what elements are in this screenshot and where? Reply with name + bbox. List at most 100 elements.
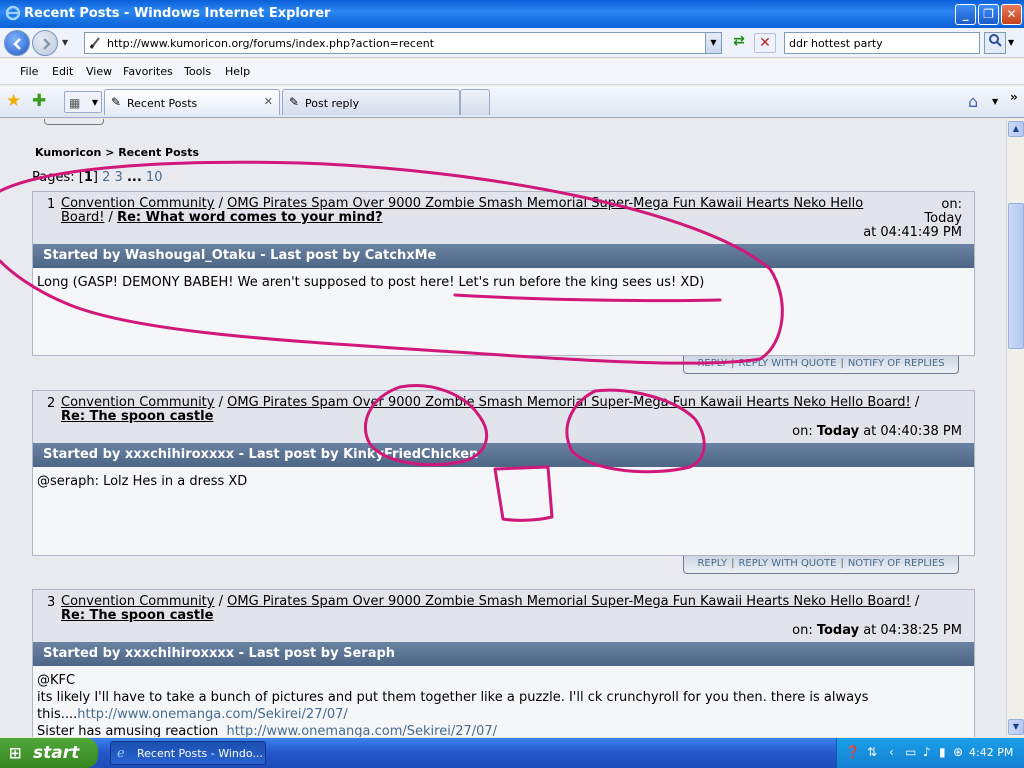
menu-help[interactable]: Help	[225, 65, 250, 78]
network-icon[interactable]: ⇅	[867, 745, 877, 759]
post-started-by: Started by Washougal_Otaku - Last post b…	[33, 244, 974, 268]
ie-icon	[5, 5, 21, 21]
tab-bar: ★ ✚ ▦ ▼ ✎ Recent Posts ✕ ✎ Post reply ⌂ …	[0, 86, 1024, 118]
board-link[interactable]: OMG Pirates Spam Over 9000 Zombie Smash …	[227, 395, 911, 410]
menu-tools[interactable]: Tools	[184, 65, 211, 78]
notify-of-replies-button[interactable]: NOTIFY OF REPLIES	[848, 358, 945, 369]
taskbar-item-ie[interactable]: ℯ Recent Posts - Windo...	[110, 741, 266, 765]
post-text: this....	[37, 707, 78, 722]
battery-icon[interactable]: ▮	[939, 745, 946, 759]
post-on-label: on:	[792, 424, 813, 439]
maximize-button[interactable]: ❐	[978, 4, 999, 25]
post-on-label: on:	[792, 623, 813, 638]
more-tools-icon[interactable]: »	[1010, 90, 1018, 104]
search-button[interactable]	[984, 32, 1006, 54]
page-current: 1	[83, 170, 93, 185]
system-tray: ❓ ⇅ ‹ ▭ ♪ ▮ ⊕ 4:42 PM	[836, 738, 1024, 768]
arrow-right-icon	[43, 38, 51, 50]
taskbar-item-label: Recent Posts - Windo...	[137, 747, 263, 760]
separator: |	[840, 358, 844, 369]
address-dropdown-icon[interactable]: ▼	[705, 33, 721, 53]
previous-element-edge	[44, 119, 104, 125]
category-link[interactable]: Convention Community	[61, 594, 214, 609]
category-link[interactable]: Convention Community	[61, 196, 214, 211]
globe-icon[interactable]: ⊕	[953, 745, 963, 759]
close-button[interactable]: ✕	[1001, 4, 1022, 25]
separator: |	[731, 358, 735, 369]
board-link[interactable]: OMG Pirates Spam Over 9000 Zombie Smash …	[227, 594, 911, 609]
tab-label: Post reply	[305, 97, 360, 110]
post-text: Long (GASP! DEMONY BABEH! We aren't supp…	[37, 275, 705, 290]
topic-link[interactable]: Re: The spoon castle	[61, 409, 213, 424]
scroll-up-icon[interactable]: ▲	[1008, 121, 1024, 137]
post-date: on: Today at 04:38:25 PM	[792, 623, 962, 638]
menu-edit[interactable]: Edit	[52, 65, 73, 78]
topic-link[interactable]: Re: What word comes to your mind?	[117, 210, 382, 225]
topic-link[interactable]: Re: The spoon castle	[61, 608, 213, 623]
forward-button[interactable]	[32, 30, 58, 56]
tab-post-reply[interactable]: ✎ Post reply	[282, 89, 460, 115]
post-body: @KFC its likely I'll have to take a bunc…	[33, 666, 974, 737]
search-icon	[989, 34, 1002, 47]
menu-view[interactable]: View	[86, 65, 112, 78]
page-icon: ✎	[289, 95, 300, 109]
reply-with-quote-button[interactable]: REPLY WITH QUOTE	[738, 358, 836, 369]
clock[interactable]: 4:42 PM	[969, 746, 1013, 759]
favorites-star-icon[interactable]: ★	[6, 91, 21, 111]
notify-of-replies-button[interactable]: NOTIFY OF REPLIES	[848, 558, 945, 569]
breadcrumb-site[interactable]: Kumoricon	[35, 146, 101, 159]
scroll-thumb[interactable]	[1008, 203, 1024, 349]
start-button[interactable]: ⊞ start	[0, 738, 98, 768]
address-bar[interactable]: http://www.kumoricon.org/forums/index.ph…	[84, 32, 722, 54]
chevron-left-icon[interactable]: ‹	[889, 745, 894, 759]
menu-favorites[interactable]: Favorites	[123, 65, 173, 78]
search-input[interactable]: ddr hottest party	[784, 32, 980, 54]
vertical-scrollbar[interactable]: ▲ ▼	[1006, 119, 1024, 737]
post-text: Sister has amusing reaction	[37, 724, 227, 737]
page-link-2[interactable]: 2	[102, 170, 110, 185]
windows-logo-icon: ⊞	[9, 744, 22, 762]
menu-file[interactable]: File	[20, 65, 38, 78]
monitor-icon[interactable]: ▭	[905, 745, 916, 759]
post-text-line: this....http://www.onemanga.com/Sekirei/…	[37, 706, 970, 723]
search-value[interactable]: ddr hottest party	[789, 37, 883, 50]
post-body: @seraph: Lolz Hes in a dress XD	[33, 467, 974, 496]
breadcrumb-separator: >	[105, 146, 115, 159]
category-link[interactable]: Convention Community	[61, 395, 214, 410]
stop-icon[interactable]: ✕	[754, 33, 776, 53]
scroll-down-icon[interactable]: ▼	[1008, 719, 1024, 735]
page-link-3[interactable]: 3	[115, 170, 123, 185]
ie-icon: ℯ	[117, 746, 125, 761]
arrow-left-icon	[13, 38, 21, 50]
onemanga-link[interactable]: http://www.onemanga.com/Sekirei/27/07/	[227, 724, 498, 737]
breadcrumb-page[interactable]: Recent Posts	[118, 146, 199, 159]
reply-button[interactable]: REPLY	[697, 358, 727, 369]
post-number: 1	[47, 197, 56, 212]
help-icon[interactable]: ❓	[845, 745, 860, 759]
page-link-10[interactable]: 10	[146, 170, 163, 185]
onemanga-link[interactable]: http://www.onemanga.com/Sekirei/27/07/	[77, 707, 348, 722]
post-time: at 04:38:25 PM	[863, 623, 962, 638]
address-url[interactable]: http://www.kumoricon.org/forums/index.ph…	[107, 37, 434, 50]
search-options-icon[interactable]: ▼	[1008, 38, 1014, 47]
home-icon[interactable]: ⌂	[968, 92, 978, 111]
home-dropdown-icon[interactable]: ▼	[992, 97, 998, 106]
history-dropdown-icon[interactable]: ▼	[62, 38, 68, 47]
back-button[interactable]	[4, 30, 30, 56]
post-text: its likely I'll have to take a bunch of …	[37, 690, 869, 705]
post-date: on: Today at 04:40:38 PM	[792, 424, 962, 439]
new-tab-button[interactable]	[460, 89, 490, 115]
reply-with-quote-button[interactable]: REPLY WITH QUOTE	[738, 558, 836, 569]
reply-button[interactable]: REPLY	[697, 558, 727, 569]
post-body: Long (GASP! DEMONY BABEH! We aren't supp…	[33, 268, 974, 297]
tab-label: Recent Posts	[127, 97, 198, 110]
close-tab-icon[interactable]: ✕	[264, 95, 273, 108]
tab-recent-posts[interactable]: ✎ Recent Posts ✕	[104, 89, 280, 115]
minimize-button[interactable]: _	[955, 4, 976, 25]
post-time: at 04:40:38 PM	[863, 424, 962, 439]
refresh-icon[interactable]: ⇄	[728, 33, 750, 53]
quick-tabs-button[interactable]: ▦ ▼	[64, 91, 102, 113]
post-day: Today	[816, 424, 860, 439]
speaker-icon[interactable]: ♪	[923, 745, 931, 759]
add-favorite-icon[interactable]: ✚	[32, 91, 46, 111]
